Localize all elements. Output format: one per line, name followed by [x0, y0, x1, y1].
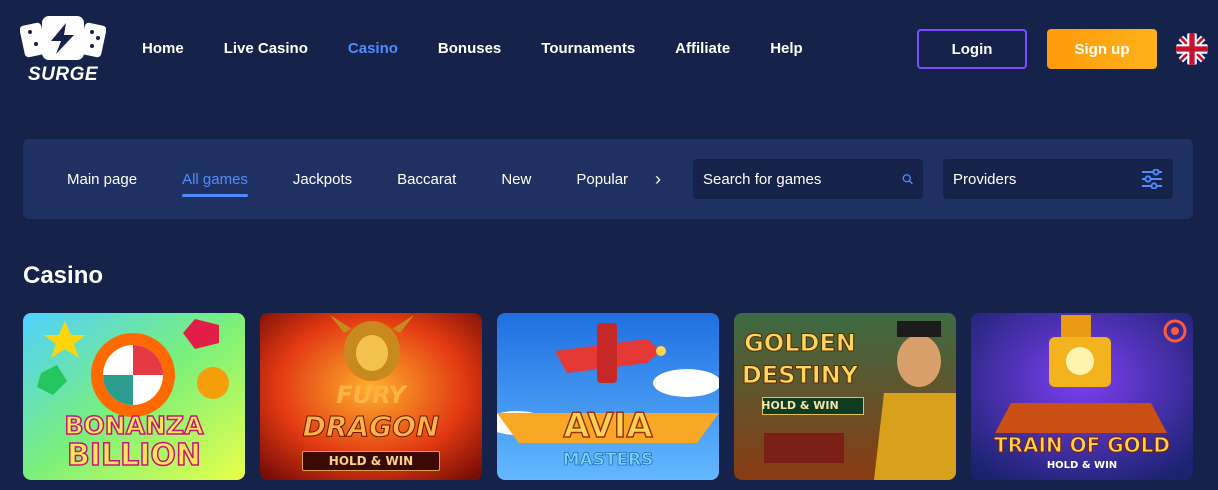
- category-tabs: Main page All games Jackpots Baccarat Ne…: [67, 171, 673, 197]
- main-nav: Home Live Casino Casino Bonuses Tourname…: [142, 40, 843, 57]
- game-card-fury-dragon[interactable]: FURY DRAGON HOLD & WIN: [260, 313, 482, 480]
- hold-win-badge: HOLD & WIN: [761, 399, 839, 412]
- providers-label: Providers: [953, 170, 1017, 188]
- login-button[interactable]: Login: [917, 29, 1027, 69]
- signup-button[interactable]: Sign up: [1047, 29, 1157, 69]
- sliders-icon: [1142, 169, 1162, 189]
- site-header: SURGE Home Live Casino Casino Bonuses To…: [0, 0, 1218, 100]
- game-card-bonanza-billion[interactable]: BONANZA BILLION: [23, 313, 245, 480]
- tab-jackpots[interactable]: Jackpots: [293, 171, 352, 188]
- tab-main-page[interactable]: Main page: [67, 171, 137, 188]
- tab-all-games[interactable]: All games: [182, 171, 248, 197]
- game-card-avia-masters[interactable]: AVIA MASTERS: [497, 313, 719, 480]
- nav-tournaments[interactable]: Tournaments: [541, 40, 635, 57]
- nav-help[interactable]: Help: [770, 40, 803, 57]
- game-title-line1: TRAIN OF GOLD: [993, 433, 1171, 457]
- providers-dropdown[interactable]: Providers: [943, 159, 1173, 199]
- game-grid: BONANZA BILLION FURY DRAGON HOLD & WIN A…: [23, 313, 1193, 480]
- cards-logo-icon: [20, 16, 106, 60]
- hold-win-badge: HOLD & WIN: [1046, 460, 1118, 471]
- search-icon[interactable]: [902, 168, 913, 190]
- search-box: [693, 159, 923, 199]
- nav-casino[interactable]: Casino: [348, 40, 398, 57]
- game-title-line2: BILLION: [66, 438, 202, 473]
- game-title-line1: FURY: [336, 381, 406, 409]
- game-card-train-of-gold[interactable]: TRAIN OF GOLD HOLD & WIN: [971, 313, 1193, 480]
- tab-new[interactable]: New: [501, 171, 531, 188]
- tab-popular[interactable]: Popular: [576, 171, 628, 188]
- nav-home[interactable]: Home: [142, 40, 184, 57]
- chevron-right-icon[interactable]: ›: [655, 169, 661, 190]
- section-title: Casino: [23, 262, 104, 289]
- game-title-line2: MASTERS: [562, 450, 654, 470]
- nav-bonuses[interactable]: Bonuses: [438, 40, 501, 57]
- game-title-line1: AVIA: [563, 406, 654, 446]
- hold-win-badge: HOLD & WIN: [328, 454, 414, 468]
- game-card-golden-destiny[interactable]: GOLDEN DESTINY HOLD & WIN: [734, 313, 956, 480]
- game-title-line1: BONANZA: [64, 411, 204, 440]
- surge-logo[interactable]: SURGE: [16, 14, 110, 86]
- game-title-line2: DRAGON: [302, 410, 440, 443]
- uk-flag-icon[interactable]: [1176, 33, 1208, 65]
- nav-affiliate[interactable]: Affiliate: [675, 40, 730, 57]
- search-input[interactable]: [703, 170, 902, 188]
- brand-name: SURGE: [27, 64, 99, 85]
- nav-live-casino[interactable]: Live Casino: [224, 40, 308, 57]
- game-filter-bar: Main page All games Jackpots Baccarat Ne…: [23, 139, 1193, 219]
- game-title-line2: DESTINY: [741, 361, 859, 389]
- tab-baccarat[interactable]: Baccarat: [397, 171, 456, 188]
- game-title-line1: GOLDEN: [744, 329, 857, 357]
